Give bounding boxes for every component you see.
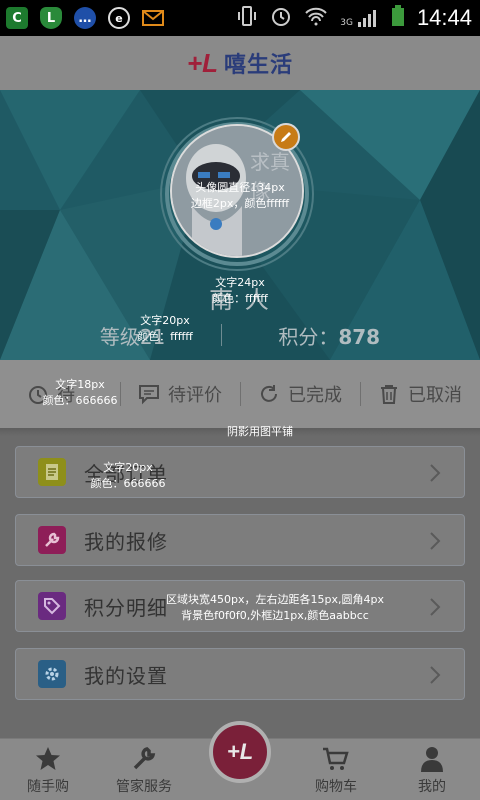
nav-shopping-cart[interactable]: 购物车	[288, 739, 384, 800]
edit-avatar-button[interactable]	[272, 123, 300, 151]
menu-label: 我的设置	[84, 663, 168, 688]
annotation-tabs: 文字18px 颜色：666666	[30, 377, 130, 409]
annotation-line: 颜色：ffffff	[137, 330, 193, 343]
tab-to-review[interactable]: 待评价	[120, 360, 240, 428]
gear-icon	[38, 660, 66, 688]
tab-completed[interactable]: 已完成	[240, 360, 360, 428]
annotation-line: 边框2px，颜色ffffff	[190, 197, 290, 210]
tab-cancelled[interactable]: 已取消	[360, 360, 480, 428]
nav-label: 随手购	[27, 779, 69, 795]
app-header: +L 嘻生活	[0, 36, 480, 94]
document-icon	[38, 458, 66, 486]
points-label: 积分：	[278, 324, 339, 349]
star-icon	[36, 747, 60, 770]
alarm-icon	[270, 5, 292, 31]
annotation-line: 颜色：666666	[42, 394, 118, 407]
center-logo-text: +L	[226, 739, 254, 764]
nav-my-account[interactable]: 我的	[384, 739, 480, 800]
points-value: 878	[338, 324, 381, 349]
wrench-icon	[38, 526, 66, 554]
annotation-menu-box: 区域块宽450px，左右边距各15px,圆角4px 背景色f0f0f0,外框边1…	[150, 592, 400, 624]
nav-home-logo[interactable]: +L	[192, 721, 288, 800]
nav-label: 我的	[418, 779, 446, 795]
points-stat: 积分：878	[278, 321, 380, 350]
vibrate-icon	[236, 5, 258, 31]
comment-icon	[139, 385, 159, 405]
chevron-right-icon	[430, 464, 441, 482]
annotation-line: 区域块宽450px，左右边距各15px,圆角4px	[166, 593, 384, 606]
network-type-label: 3G	[340, 18, 353, 28]
person-icon	[421, 747, 443, 772]
nav-label: 购物车	[315, 779, 357, 795]
annotation-username: 文字24px 颜色：ffffff	[190, 275, 290, 307]
battery-icon	[391, 5, 405, 31]
menu-my-repairs[interactable]: 我的报修	[15, 514, 465, 566]
stats-divider	[221, 324, 223, 346]
nav-butler-service[interactable]: 管家服务	[96, 739, 192, 800]
trash-icon	[381, 385, 397, 404]
pencil-icon	[281, 132, 291, 142]
status-bar: C L … e 3G 14:44	[0, 0, 480, 36]
nav-quick-buy[interactable]: 随手购	[0, 739, 96, 800]
annotation-line: 颜色：ffffff	[212, 292, 268, 305]
chat-icon: …	[74, 7, 96, 29]
user-stats: 等级21 积分：878	[0, 320, 480, 350]
annotation-line: 头像圆直径134px	[195, 181, 285, 194]
chevron-right-icon	[430, 532, 441, 550]
annotation-menu-text: 文字20px 颜色：666666	[78, 460, 178, 492]
menu-label: 我的报修	[84, 529, 168, 554]
annotation-line: 文字24px	[215, 276, 265, 289]
logo-mark: +L	[186, 47, 219, 78]
annotation-avatar: 头像圆直径134px 边框2px，颜色ffffff	[170, 180, 310, 212]
annotation-stats: 文字20px 颜色：ffffff	[115, 313, 215, 345]
home-logo-icon[interactable]: +L	[209, 721, 271, 783]
wifi-icon	[304, 6, 328, 30]
security-shield-icon: L	[40, 7, 62, 29]
annotation-line: 文字20px	[140, 314, 190, 327]
signal-icon: 3G	[340, 8, 379, 28]
tab-label: 待评价	[168, 385, 222, 406]
notification-app-icon: C	[6, 7, 28, 29]
annotation-line: 背景色f0f0f0,外框边1px,颜色aabbcc	[181, 609, 369, 622]
bottom-navigation: 随手购 管家服务 +L 购物车 我的	[0, 721, 480, 800]
annotation-shadow: 阴影用图平铺	[200, 424, 320, 440]
tab-label: 已完成	[288, 385, 342, 406]
annotation-line: 文字20px	[103, 461, 153, 474]
nav-label: 管家服务	[116, 779, 172, 795]
chevron-right-icon	[430, 598, 441, 616]
refresh-icon	[261, 385, 277, 402]
annotation-line: 颜色：666666	[90, 477, 166, 490]
tools-icon	[133, 747, 156, 770]
app-logo: +L 嘻生活	[187, 47, 293, 79]
chevron-right-icon	[430, 666, 441, 684]
annotation-line: 阴影用图平铺	[227, 425, 293, 438]
tag-icon	[38, 592, 66, 620]
mail-icon	[142, 7, 164, 29]
logo-title: 嘻生活	[224, 53, 294, 78]
browser-icon: e	[108, 7, 130, 29]
cart-icon	[323, 747, 349, 770]
annotation-line: 文字18px	[55, 378, 105, 391]
tab-label: 已取消	[408, 385, 462, 406]
menu-my-settings[interactable]: 我的设置	[15, 648, 465, 700]
clock-time: 14:44	[416, 5, 472, 30]
